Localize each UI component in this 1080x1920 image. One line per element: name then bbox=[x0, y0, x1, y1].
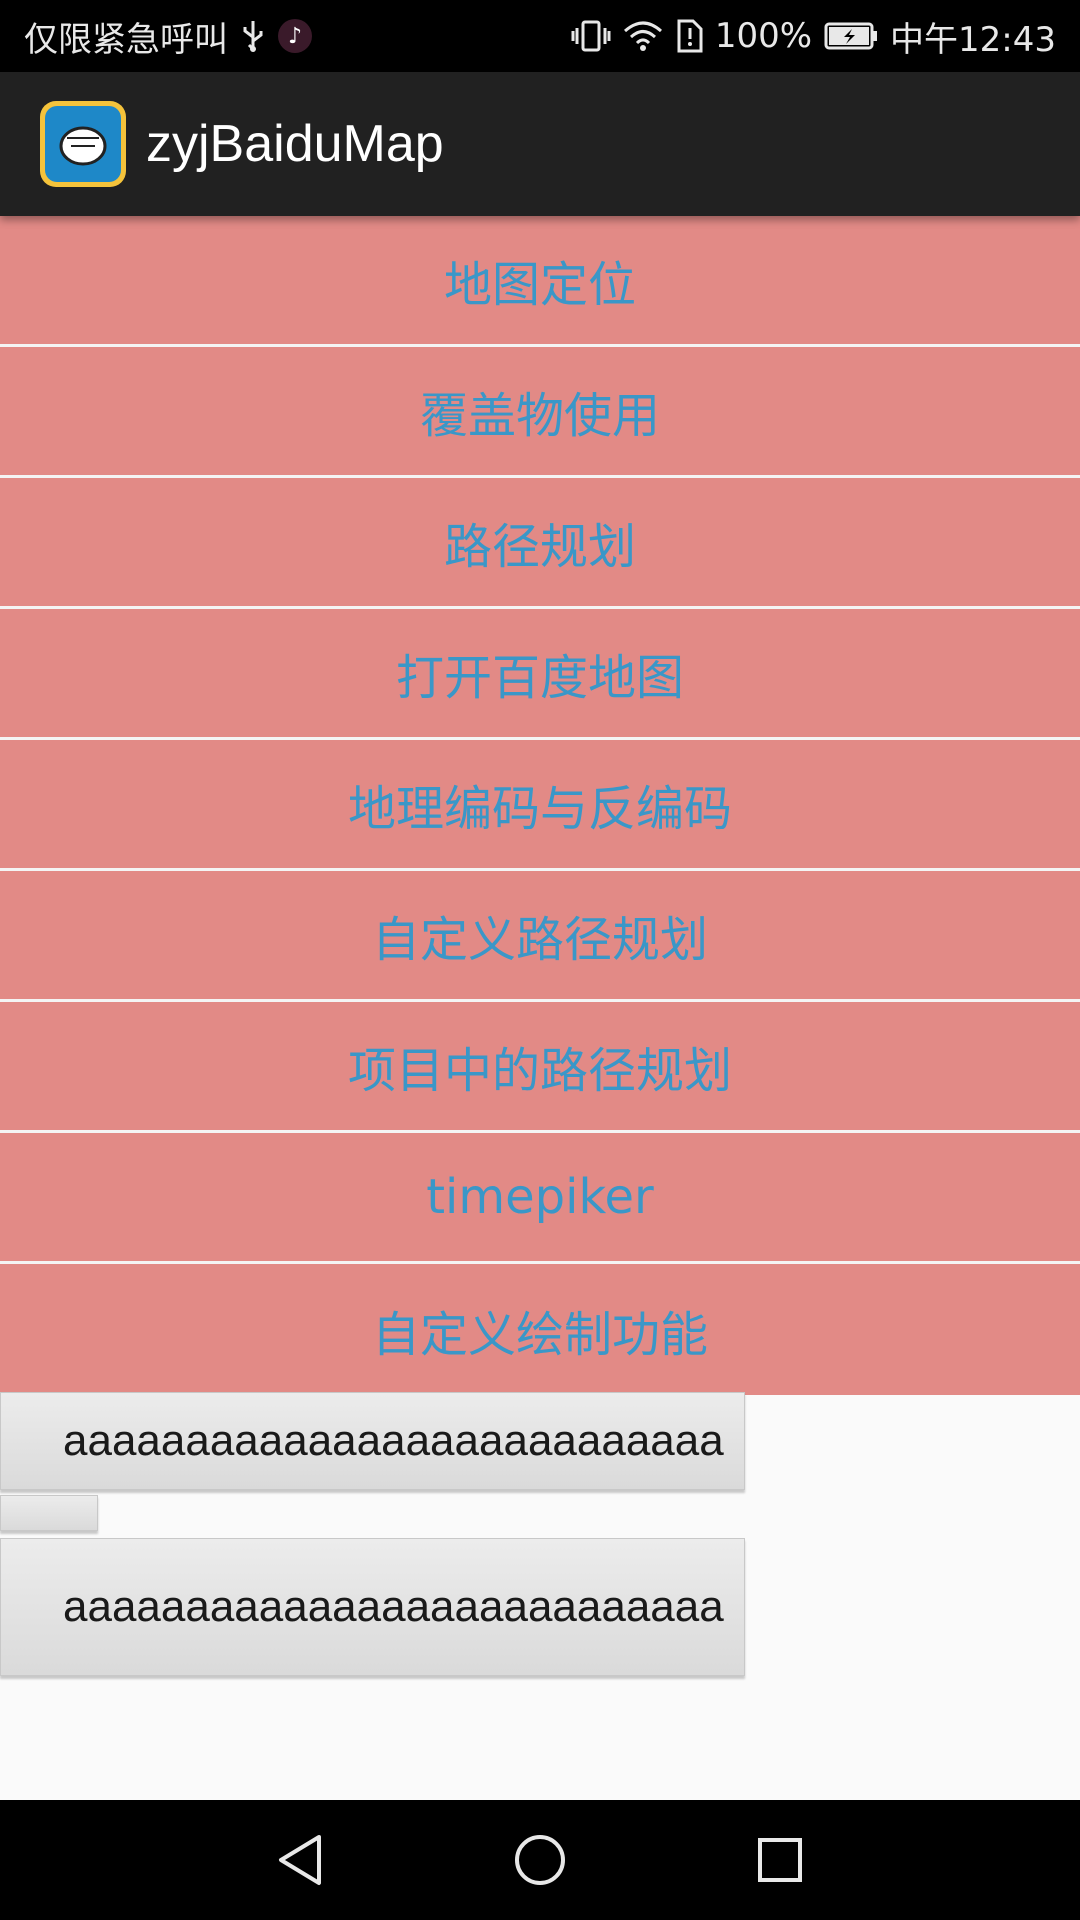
vibrate-icon bbox=[571, 19, 611, 53]
app-icon bbox=[40, 101, 126, 187]
menu-item-custom-drawing[interactable]: 自定义绘制功能 bbox=[0, 1264, 1080, 1395]
navigation-bar bbox=[0, 1800, 1080, 1920]
sim-alert-icon bbox=[675, 19, 703, 53]
home-icon[interactable] bbox=[510, 1830, 570, 1890]
status-bar: 仅限紧急呼叫 ♪ 100% 中午12:43 bbox=[0, 0, 1080, 72]
menu-item-timepiker[interactable]: timepiker bbox=[0, 1133, 1080, 1264]
fist-icon bbox=[59, 126, 107, 166]
aaa-button-2[interactable]: aaaaaaaaaaaaaaaaaaaaaaaaaaa bbox=[0, 1538, 745, 1676]
menu-item-project-route-planning[interactable]: 项目中的路径规划 bbox=[0, 1002, 1080, 1133]
menu-item-geocoding[interactable]: 地理编码与反编码 bbox=[0, 740, 1080, 871]
battery-charging-icon bbox=[824, 21, 878, 51]
aaa-button-1[interactable]: aaaaaaaaaaaaaaaaaaaaaaaaaaa bbox=[0, 1392, 745, 1490]
menu-item-map-location[interactable]: 地图定位 bbox=[0, 216, 1080, 347]
menu-item-open-baidu-map[interactable]: 打开百度地图 bbox=[0, 609, 1080, 740]
app-title: zyjBaiduMap bbox=[146, 115, 444, 173]
usb-icon bbox=[240, 19, 266, 53]
action-bar: zyjBaiduMap bbox=[0, 72, 1080, 216]
menu-item-route-planning[interactable]: 路径规划 bbox=[0, 478, 1080, 609]
battery-percent: 100% bbox=[714, 16, 813, 56]
clock: 中午12:43 bbox=[890, 19, 1056, 60]
tiktok-icon: ♪ bbox=[278, 19, 312, 53]
back-icon[interactable] bbox=[270, 1830, 330, 1890]
carrier-text: 仅限紧急呼叫 bbox=[24, 19, 228, 60]
menu-item-custom-route-planning[interactable]: 自定义路径规划 bbox=[0, 871, 1080, 1002]
menu-list: 地图定位 覆盖物使用 路径规划 打开百度地图 地理编码与反编码 自定义路径规划 … bbox=[0, 216, 1080, 1395]
menu-item-overlay-usage[interactable]: 覆盖物使用 bbox=[0, 347, 1080, 478]
wifi-icon bbox=[623, 19, 663, 53]
recents-icon[interactable] bbox=[750, 1830, 810, 1890]
small-button[interactable] bbox=[0, 1495, 98, 1531]
